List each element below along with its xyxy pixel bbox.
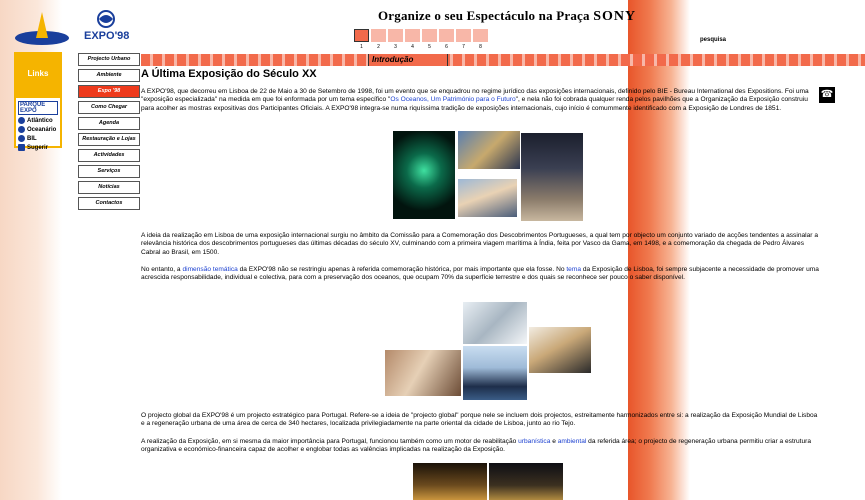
menu-projecto-urbano[interactable]: Projecto Urbano — [78, 53, 140, 66]
page-nav-7[interactable]: 7 — [456, 29, 471, 50]
parque-links-panel: PARQUE EXPO Atlântico Oceanário BIL Suge… — [14, 96, 62, 151]
menu-expo98[interactable]: Expo '98 — [78, 85, 140, 98]
search-link[interactable]: pesquisa — [700, 37, 726, 43]
globe-icon — [18, 126, 25, 133]
menu-agenda[interactable]: Agenda — [78, 117, 140, 130]
header-title-prefix: Organize o seu Espectáculo na Praça — [378, 8, 590, 23]
phone-icon[interactable]: ☎ — [819, 87, 835, 103]
photo-exhibit-sphere — [458, 131, 520, 169]
link-bil[interactable]: BIL — [18, 135, 58, 142]
photo-tower-night — [521, 133, 583, 221]
section-label: Introdução — [368, 54, 448, 66]
parque-expo-logo[interactable] — [14, 10, 70, 46]
menu-como-chegar[interactable]: Como Chegar — [78, 101, 140, 114]
page-nav-3[interactable]: 3 — [388, 29, 403, 50]
link-tema-oceanos[interactable]: Os Oceanos, Um Património para o Futuro — [390, 96, 515, 103]
photo-performers — [385, 350, 461, 396]
menu-restauracao-lojas[interactable]: Restauração e Lojas — [78, 133, 140, 146]
menu-contactos[interactable]: Contactos — [78, 197, 140, 210]
photo-evening-stage — [413, 463, 487, 500]
page-nav-5[interactable]: 5 — [422, 29, 437, 50]
menu-servicos[interactable]: Serviços — [78, 165, 140, 178]
link-atlantico[interactable]: Atlântico — [18, 117, 58, 124]
page-nav-2[interactable]: 2 — [371, 29, 386, 50]
photo-tall-ship — [463, 346, 527, 400]
paragraph-2: A ideia da realização em Lisboa de uma e… — [141, 232, 818, 256]
expo98-logo[interactable]: EXPO'98 — [84, 10, 134, 42]
link-oceanario[interactable]: Oceanário — [18, 126, 58, 133]
page-nav-8[interactable]: 8 — [473, 29, 488, 50]
mail-icon — [18, 144, 25, 151]
link-sugerir[interactable]: Sugerir — [18, 144, 58, 151]
page-nav-6[interactable]: 6 — [439, 29, 454, 50]
parque-expo-label: PARQUE EXPO — [18, 101, 58, 115]
photo-crowd — [458, 179, 517, 217]
page-title: A Última Exposição do Século XX — [141, 68, 317, 80]
sony-brand: SONY — [593, 9, 637, 24]
links-heading: Links — [14, 52, 62, 96]
menu-actividades[interactable]: Actividades — [78, 149, 140, 162]
paragraph-1: A EXPO'98, que decorreu em Lisboa de 22 … — [141, 88, 809, 112]
page-header-title: Organize o seu Espectáculo na Praça SONY — [378, 8, 636, 25]
globe-icon — [18, 135, 25, 142]
page-nav-4[interactable]: 4 — [405, 29, 420, 50]
menu-noticias[interactable]: Notícias — [78, 181, 140, 194]
paragraph-5: A realização da Exposição, em si mesma d… — [141, 438, 812, 454]
expo98-logo-text: EXPO'98 — [84, 30, 130, 42]
link-tema[interactable]: tema — [566, 266, 581, 273]
section-bar — [141, 54, 865, 66]
link-dimensao-tematica[interactable]: dimensão temática — [182, 266, 237, 273]
main-menu: Projecto Urbano Ambiente Expo '98 Como C… — [78, 53, 140, 213]
link-urbanistica[interactable]: urbanística — [518, 438, 550, 445]
photo-musicians — [529, 327, 591, 373]
photo-night-show — [489, 463, 563, 500]
globe-icon — [18, 117, 25, 124]
link-ambiental[interactable]: ambiental — [558, 438, 587, 445]
menu-ambiente[interactable]: Ambiente — [78, 69, 140, 82]
paragraph-3: No entanto, a dimensão temática da EXPO'… — [141, 266, 819, 282]
paragraph-4: O projecto global da EXPO'98 é um projec… — [141, 412, 818, 428]
page-number-nav: 1 2 3 4 5 6 7 8 — [354, 29, 488, 50]
photo-light-sculpture — [393, 131, 455, 219]
photo-water-jets — [463, 302, 527, 344]
page-nav-1[interactable]: 1 — [354, 29, 369, 50]
